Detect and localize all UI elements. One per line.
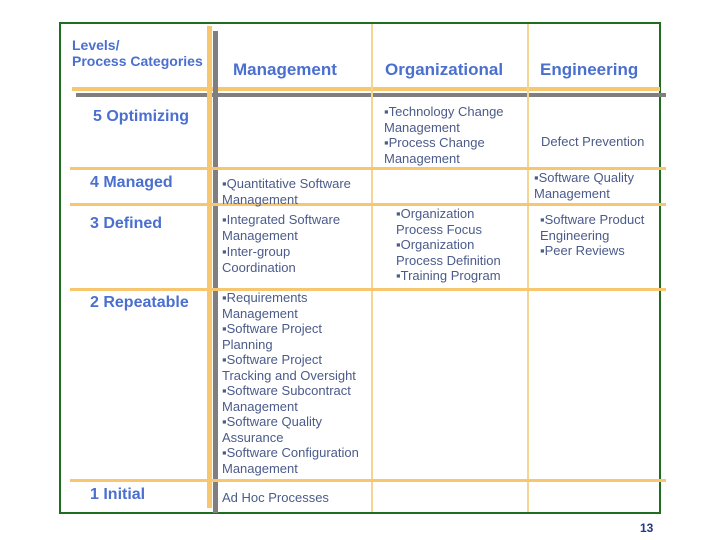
column-header-engineering: Engineering bbox=[540, 60, 639, 79]
list-item: ▪Software Configuration Management bbox=[222, 445, 359, 476]
level-4-management: ▪Quantitative Software Management bbox=[222, 176, 372, 207]
list-item: ▪Training Program bbox=[396, 268, 501, 283]
level-column-divider-gray bbox=[213, 31, 218, 513]
level-1-label: 1 Initial bbox=[90, 486, 146, 503]
list-item: ▪Peer Reviews bbox=[540, 243, 625, 258]
list-item: ▪Requirements Management bbox=[222, 290, 308, 321]
level-3-organizational: ▪Organization Process Focus ▪Organizatio… bbox=[396, 206, 516, 284]
corner-header-line1: Levels/ bbox=[72, 37, 120, 53]
level-2-management: ▪Requirements Management ▪Software Proje… bbox=[222, 290, 372, 476]
row-divider-2-1 bbox=[70, 479, 666, 482]
level-3-label: 3 Defined bbox=[90, 215, 163, 232]
list-item: ▪Inter-group Coordination bbox=[222, 244, 296, 275]
list-item: ▪Integrated Software Management bbox=[222, 212, 341, 243]
column-header-organizational: Organizational bbox=[385, 60, 504, 79]
level-5-organizational: ▪Technology Change Management ▪Process C… bbox=[384, 104, 524, 166]
level-4-engineering: ▪Software Quality Management bbox=[534, 170, 659, 201]
column-divider-eng bbox=[527, 24, 529, 512]
level-3-management: ▪Integrated Software Management ▪Inter-g… bbox=[222, 212, 362, 275]
level-2-label: 2 Repeatable bbox=[90, 294, 189, 311]
list-item: ▪Technology Change Management bbox=[384, 104, 504, 135]
list-item: Defect Prevention bbox=[541, 134, 645, 149]
list-item: ▪Software Project Tracking and Oversight bbox=[222, 352, 356, 383]
corner-header: Levels/ Process Categories bbox=[72, 37, 203, 69]
level-3-engineering: ▪Software Product Engineering ▪Peer Revi… bbox=[540, 212, 658, 259]
corner-header-line2: Process Categories bbox=[72, 53, 203, 69]
list-item: ▪Software Quality Management bbox=[534, 170, 634, 201]
column-header-management: Management bbox=[233, 60, 337, 79]
level-5-engineering: Defect Prevention bbox=[541, 134, 659, 150]
list-item: ▪Software Project Planning bbox=[222, 321, 322, 352]
list-item: ▪Software Product Engineering bbox=[540, 212, 645, 243]
level-4-label: 4 Managed bbox=[90, 174, 173, 191]
list-item: ▪Organization Process Definition bbox=[396, 237, 501, 268]
level-1-management: Ad Hoc Processes bbox=[222, 490, 372, 506]
list-item: ▪Software Subcontract Management bbox=[222, 383, 351, 414]
list-item: ▪Process Change Management bbox=[384, 135, 485, 166]
list-item: ▪Organization Process Focus bbox=[396, 206, 482, 237]
level-column-divider-orange bbox=[207, 26, 212, 508]
level-5-label: 5 Optimizing bbox=[93, 108, 189, 125]
header-divider-orange bbox=[72, 87, 660, 91]
list-item: ▪Software Quality Assurance bbox=[222, 414, 322, 445]
list-item: ▪Quantitative Software Management bbox=[222, 176, 351, 207]
page-number: 13 bbox=[640, 521, 654, 535]
list-item: Ad Hoc Processes bbox=[222, 490, 329, 505]
